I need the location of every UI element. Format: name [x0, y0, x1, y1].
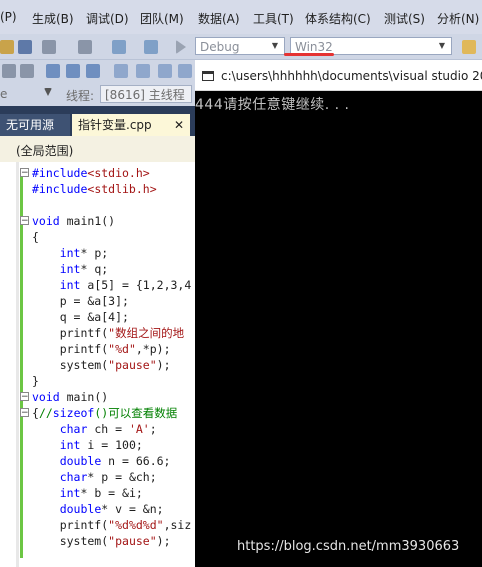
menu-bar: (P) 生成(B) 调试(D) 团队(M) 数据(A) 工具(T) 体系结构(C…: [0, 0, 482, 35]
code-line: p = &a[3];: [32, 294, 129, 308]
menu-team[interactable]: 团队(M): [140, 10, 184, 27]
menu-test[interactable]: 测试(S): [384, 10, 425, 27]
chevron-down-icon: ▼: [438, 41, 446, 50]
clear-bookmarks-icon[interactable]: [158, 64, 172, 78]
toggle-bookmark-icon[interactable]: [178, 64, 192, 78]
code-line: {//sizeof()可以查看数据: [32, 406, 178, 420]
scope-navigation-bar[interactable]: (全局范围): [0, 136, 195, 163]
previous-bookmark-icon[interactable]: [114, 64, 128, 78]
thread-dropdown[interactable]: [8616] 主线程: [100, 85, 192, 103]
menu-architecture[interactable]: 体系结构(C): [305, 10, 371, 27]
standard-toolbar: Debug ▼ Win32 ▼: [0, 34, 482, 60]
code-line: int a[5] = {1,2,3,4: [59, 278, 192, 292]
code-line: void main(): [32, 390, 109, 404]
document-tab-bar: 无可用源 指针变量.cpp ✕: [0, 106, 195, 136]
tab-label: 指针变量.cpp: [78, 118, 152, 132]
code-line: char* p = &ch;: [59, 470, 157, 484]
code-line: #include<stdio.h>: [32, 166, 150, 180]
code-line: {: [32, 230, 39, 244]
editor-margin: [16, 162, 19, 567]
solution-configuration-dropdown[interactable]: Debug ▼: [195, 37, 285, 55]
comment-icon[interactable]: [46, 64, 60, 78]
code-line: int* p;: [59, 246, 109, 260]
text-editor-toolbar: [0, 60, 195, 83]
console-title: c:\users\hhhhhh\documents\visual studio …: [221, 69, 482, 83]
code-line: double* v = &n;: [59, 502, 164, 516]
start-debugging-icon[interactable]: [176, 40, 186, 54]
code-line: system("pause");: [32, 358, 171, 372]
chevron-down-icon[interactable]: [44, 88, 52, 96]
console-title-bar[interactable]: c:\users\hhhhhh\documents\visual studio …: [195, 63, 482, 91]
code-line: int* q;: [59, 262, 109, 276]
console-output: 444请按任意键继续. . .: [195, 97, 350, 113]
menu-analyze[interactable]: 分析(N): [437, 10, 479, 27]
scope-dropdown[interactable]: (全局范围): [16, 142, 73, 159]
undo-icon[interactable]: [42, 40, 56, 54]
thread-label: 线程:: [66, 89, 95, 103]
tab-pointer-variable-cpp[interactable]: 指针变量.cpp ✕: [72, 114, 190, 136]
console-window-icon: [202, 71, 214, 81]
menu-project[interactable]: (P): [0, 10, 17, 24]
close-icon[interactable]: ✕: [174, 114, 184, 136]
menu-tools[interactable]: 工具(T): [253, 10, 294, 27]
code-line: void main1(): [32, 214, 116, 228]
save-all-icon[interactable]: [18, 40, 32, 54]
code-line: int i = 100;: [59, 438, 143, 452]
code-line: #include<stdlib.h>: [32, 182, 157, 196]
redo-icon[interactable]: [78, 40, 92, 54]
solution-configuration-value: Debug: [200, 40, 240, 54]
code-line: q = &a[4];: [32, 310, 129, 324]
indent-icon[interactable]: [20, 64, 34, 78]
tab-label: 无可用源: [6, 118, 55, 132]
uncomment-icon[interactable]: [66, 64, 80, 78]
debug-location-toolbar: e 线程: [8616] 主线程: [0, 82, 195, 106]
navigate-backward-icon[interactable]: [112, 40, 126, 54]
process-label-fragment: e: [0, 87, 8, 101]
open-file-icon[interactable]: [0, 40, 14, 54]
menu-debug[interactable]: 调试(D): [86, 10, 129, 27]
collapse-icon[interactable]: −: [20, 168, 29, 178]
console-window[interactable]: c:\users\hhhhhh\documents\visual studio …: [195, 63, 482, 567]
tab-no-source-available[interactable]: 无可用源: [0, 114, 70, 136]
collapse-icon[interactable]: −: [20, 408, 29, 418]
annotation-red-underline: [284, 53, 334, 56]
collapse-icon[interactable]: −: [20, 392, 29, 402]
code-line: printf("数组之间的地: [32, 326, 185, 340]
code-line: printf("%d%d%d",siz: [32, 518, 192, 532]
collapse-icon[interactable]: −: [20, 216, 29, 226]
bookmark-icon[interactable]: [86, 64, 100, 78]
solution-platform-value: Win32: [295, 40, 333, 54]
find-in-files-icon[interactable]: [462, 40, 476, 54]
navigate-forward-icon[interactable]: [144, 40, 158, 54]
code-line: system("pause");: [32, 534, 171, 548]
menu-build[interactable]: 生成(B): [32, 10, 74, 27]
align-icon[interactable]: [2, 64, 16, 78]
watermark: https://blog.csdn.net/mm3930663: [237, 539, 460, 554]
code-line: int* b = &i;: [59, 486, 143, 500]
code-line: double n = 66.6;: [59, 454, 171, 468]
chevron-down-icon: ▼: [271, 41, 279, 50]
change-tracking-bar: [20, 168, 23, 558]
code-editor[interactable]: − − − − #include<stdio.h> #include<stdlib…: [0, 162, 195, 567]
code-line: printf("%d",*p);: [32, 342, 171, 356]
code-line: }: [32, 374, 39, 388]
code-line: char ch = 'A';: [59, 422, 157, 436]
menu-data[interactable]: 数据(A): [198, 10, 240, 27]
next-bookmark-icon[interactable]: [136, 64, 150, 78]
